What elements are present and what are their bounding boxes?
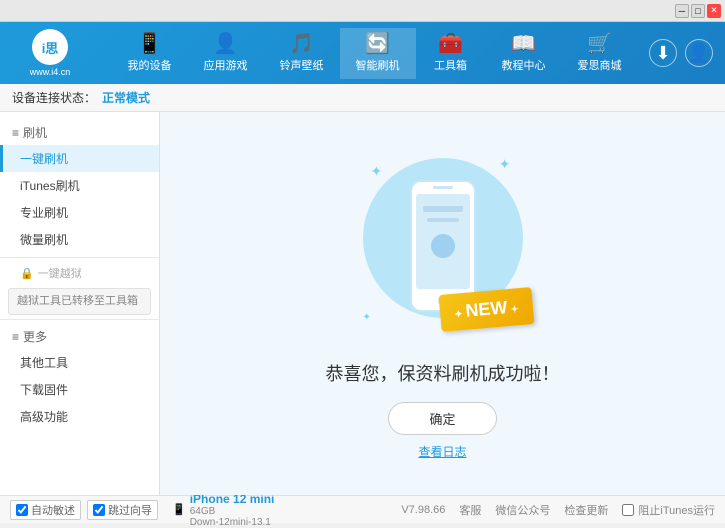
nav-ringtones-label: 铃声壁纸: [280, 57, 324, 73]
jailbreak-notice: 越狱工具已转移至工具箱: [8, 288, 151, 315]
version-label: V7.98.66: [401, 504, 445, 516]
logo-icon: i思: [32, 29, 68, 65]
ringtones-icon: 🎵: [289, 34, 314, 54]
more-section-label: 更多: [23, 328, 47, 345]
minimize-btn[interactable]: ─: [675, 4, 689, 18]
download-firmware-label: 下载固件: [20, 381, 68, 398]
sidebar: ≡ 刷机 一键刷机 iTunes刷机 专业刷机 微量刷机 🔒 一键越狱 越狱工具…: [0, 112, 160, 495]
nav-shop[interactable]: 🛒 爱思商城: [562, 28, 638, 79]
jailbreak-label: 一键越狱: [38, 265, 82, 281]
auto-desc-checkbox[interactable]: 自动敏述: [10, 500, 81, 520]
nav-shop-label: 爱思商城: [578, 57, 622, 73]
sidebar-item-advanced[interactable]: 高级功能: [0, 403, 159, 430]
success-title: 恭喜您，保资料刷机成功啦！: [326, 360, 560, 386]
skip-wizard-checkbox[interactable]: 跳过向导: [87, 500, 158, 520]
sidebar-item-pro-flash[interactable]: 专业刷机: [0, 199, 159, 226]
bottom-bar: 自动敏述 跳过向导 📱 iPhone 12 mini 64GB Down-12m…: [0, 495, 725, 523]
new-badge: NEW: [438, 287, 534, 332]
itunes-bar: 阻止iTunes运行: [622, 502, 715, 518]
sidebar-section-more: ≡ 更多: [0, 324, 159, 349]
user-icon-btn[interactable]: 👤: [685, 39, 713, 67]
apps-games-icon: 👤: [213, 34, 238, 54]
itunes-label: 阻止iTunes运行: [638, 502, 715, 518]
sidebar-jailbreak-section: 🔒 一键越狱: [0, 262, 159, 284]
toolbox-icon: 🧰: [438, 34, 463, 54]
skip-wizard-check[interactable]: [93, 504, 105, 516]
device-info: 📱 iPhone 12 mini 64GB Down-12mini-13.1: [172, 492, 274, 528]
sidebar-divider-2: [0, 319, 159, 320]
title-bar: ─ □ ✕: [0, 0, 725, 22]
header-right: ⬇ 👤: [649, 39, 725, 67]
nav-smart-flash-label: 智能刷机: [356, 57, 400, 73]
itunes-flash-label: iTunes刷机: [20, 177, 80, 194]
bottom-right: V7.98.66 客服 微信公众号 检查更新 阻止iTunes运行: [401, 502, 715, 518]
sidebar-divider-1: [0, 257, 159, 258]
onekey-flash-label: 一键刷机: [20, 150, 68, 167]
sparkle-top-left: ✦: [371, 163, 383, 180]
smart-flash-icon: 🔄: [365, 34, 390, 54]
nav-my-device[interactable]: 📱 我的设备: [112, 28, 188, 79]
lock-icon: 🔒: [20, 267, 34, 280]
sidebar-item-micro-flash[interactable]: 微量刷机: [0, 226, 159, 253]
my-device-icon: 📱: [137, 34, 162, 54]
sidebar-item-download-firmware[interactable]: 下载固件: [0, 376, 159, 403]
micro-flash-label: 微量刷机: [20, 231, 68, 248]
nav-apps-games-label: 应用游戏: [204, 57, 248, 73]
other-tools-label: 其他工具: [20, 354, 68, 371]
nav-ringtones[interactable]: 🎵 铃声壁纸: [264, 28, 340, 79]
phone-device-icon: 📱: [172, 503, 186, 516]
status-bar: 设备连接状态： 正常模式: [0, 84, 725, 112]
maximize-btn[interactable]: □: [691, 4, 705, 18]
itunes-checkbox[interactable]: [622, 504, 634, 516]
status-value: 正常模式: [102, 89, 150, 106]
status-label: 设备连接状态：: [12, 89, 96, 106]
logo-area: i思 www.i4.cn: [0, 29, 100, 77]
auto-desc-check[interactable]: [16, 504, 28, 516]
bottom-left: 自动敏述 跳过向导 📱 iPhone 12 mini 64GB Down-12m…: [10, 492, 393, 528]
header: i思 www.i4.cn 📱 我的设备 👤 应用游戏 🎵 铃声壁纸 🔄 智能刷机…: [0, 22, 725, 84]
nav-bar: 📱 我的设备 👤 应用游戏 🎵 铃声壁纸 🔄 智能刷机 🧰 工具箱 📖 教程中心…: [100, 28, 649, 79]
more-section-icon: ≡: [12, 330, 19, 344]
nav-apps-games[interactable]: 👤 应用游戏: [188, 28, 264, 79]
nav-toolbox[interactable]: 🧰 工具箱: [416, 28, 486, 79]
device-system: Down-12mini-13.1: [190, 517, 275, 528]
nav-tutorial[interactable]: 📖 教程中心: [486, 28, 562, 79]
flash-section-icon: ≡: [12, 126, 19, 140]
auto-desc-label: 自动敏述: [31, 502, 75, 518]
nav-toolbox-label: 工具箱: [434, 57, 467, 73]
view-log-link[interactable]: 查看日志: [418, 443, 466, 460]
wechat-link[interactable]: 微信公众号: [495, 502, 550, 518]
check-update-link[interactable]: 检查更新: [564, 502, 608, 518]
sidebar-item-other-tools[interactable]: 其他工具: [0, 349, 159, 376]
customer-service-link[interactable]: 客服: [459, 502, 481, 518]
flash-section-label: 刷机: [23, 124, 47, 141]
close-btn[interactable]: ✕: [707, 4, 721, 18]
advanced-label: 高级功能: [20, 408, 68, 425]
jailbreak-notice-text: 越狱工具已转移至工具箱: [17, 295, 138, 307]
sparkle-bottom-left: ✦: [363, 312, 371, 323]
sidebar-item-itunes-flash[interactable]: iTunes刷机: [0, 172, 159, 199]
skip-wizard-label: 跳过向导: [108, 502, 152, 518]
download-icon-btn[interactable]: ⬇: [649, 39, 677, 67]
device-storage: 64GB: [190, 506, 275, 517]
shop-icon: 🛒: [587, 34, 612, 54]
sparkle-top-right: ✦: [499, 156, 511, 173]
confirm-button[interactable]: 确定: [388, 402, 496, 435]
pro-flash-label: 专业刷机: [20, 204, 68, 221]
nav-tutorial-label: 教程中心: [502, 57, 546, 73]
tutorial-icon: 📖: [511, 34, 536, 54]
sidebar-section-flash: ≡ 刷机: [0, 120, 159, 145]
phone-illustration: ✦ ✦ ✦ NEW: [353, 148, 533, 348]
main-layout: ≡ 刷机 一键刷机 iTunes刷机 专业刷机 微量刷机 🔒 一键越狱 越狱工具…: [0, 112, 725, 495]
nav-smart-flash[interactable]: 🔄 智能刷机: [340, 28, 416, 79]
nav-my-device-label: 我的设备: [128, 57, 172, 73]
logo-subtitle: www.i4.cn: [30, 67, 71, 77]
sidebar-item-onekey-flash[interactable]: 一键刷机: [0, 145, 159, 172]
content-area: ✦ ✦ ✦ NEW 恭喜您，保资料刷机成功啦！ 确定 查看日志: [160, 112, 725, 495]
